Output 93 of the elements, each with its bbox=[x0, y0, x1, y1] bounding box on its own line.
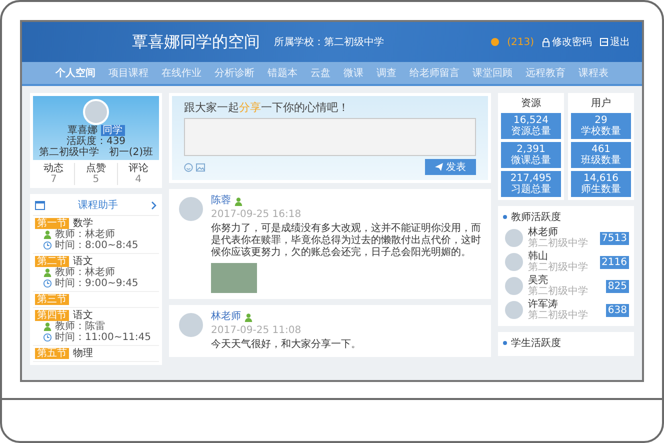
stat-value: 5 bbox=[92, 174, 100, 185]
period-badge: 第三节 bbox=[35, 294, 69, 305]
time-label: 时间：9:00~9:45 bbox=[55, 278, 138, 289]
period-badge: 第一节 bbox=[35, 218, 69, 229]
coin-icon bbox=[491, 38, 500, 46]
activity-score: 825 bbox=[606, 280, 629, 292]
subject-name: 语文 bbox=[73, 256, 93, 267]
bullet-icon bbox=[503, 341, 507, 345]
stat-value: 7 bbox=[50, 174, 57, 185]
stat-label: 点赞 bbox=[86, 163, 106, 174]
bullet-icon bbox=[503, 215, 507, 219]
activity-score: 活跃度：439 bbox=[66, 136, 126, 147]
nav-tab[interactable]: 分析诊断 bbox=[214, 66, 254, 80]
stat-tile: 14,616 师生数量 bbox=[571, 171, 631, 197]
activity-score: 638 bbox=[606, 304, 629, 316]
user-name: 覃喜娜 bbox=[68, 125, 98, 136]
user-icon bbox=[234, 196, 243, 206]
logout-link[interactable]: 退出 bbox=[600, 35, 630, 49]
emoji-icon[interactable] bbox=[184, 162, 193, 172]
post-text: 今天天气很好，和大家分享一下。 bbox=[211, 339, 361, 351]
nav-tab[interactable]: 课堂回顾 bbox=[472, 66, 512, 80]
teacher-name: 韩山 bbox=[528, 251, 548, 262]
post-text: 你努力了，可是成绩没有多大改观，这并不能证明你没用，而是代表你在赎罪，毕竟你总得为过去的懒散付出点代价，这时候你应该更努力，欠的账总会还完，日子总会阳光明媚的。 bbox=[211, 223, 482, 259]
nav-tab[interactable]: 微课 bbox=[344, 66, 364, 80]
time-label: 时间：11:00~11:45 bbox=[55, 332, 152, 343]
stat-tile: 461 班级数量 bbox=[571, 142, 631, 168]
subject-name: 物理 bbox=[73, 348, 93, 359]
author-name[interactable]: 林老师 bbox=[211, 311, 241, 323]
stat-tile: 2,391 微课总量 bbox=[501, 142, 561, 168]
space-title: 覃喜娜同学的空间 bbox=[132, 32, 260, 52]
role-badge: 同学 bbox=[100, 125, 124, 136]
nav-tab[interactable]: 课程表 bbox=[578, 66, 608, 80]
course-helper-title: 课程助手 bbox=[78, 198, 118, 212]
teacher-icon bbox=[43, 322, 52, 331]
teacher-name: 林老师 bbox=[528, 227, 558, 238]
change-password-link[interactable]: 修改密码 bbox=[542, 35, 592, 49]
exit-icon bbox=[600, 38, 608, 46]
teacher-icon bbox=[43, 230, 52, 239]
stat-tile: 29 学校数量 bbox=[571, 113, 631, 139]
teacher-label: 教师：林老师 bbox=[55, 267, 115, 278]
subject-name: 语文 bbox=[73, 310, 93, 321]
avatar bbox=[83, 99, 109, 125]
time-label: 时间：8:00~8:45 bbox=[55, 240, 138, 251]
period-badge: 第五节 bbox=[35, 348, 69, 359]
post-date: 2017-09-25 11:08 bbox=[211, 325, 302, 337]
image-icon[interactable] bbox=[196, 162, 205, 172]
send-icon bbox=[435, 163, 443, 171]
activity-score: 7513 bbox=[600, 232, 629, 244]
subject-name: 数学 bbox=[73, 218, 93, 229]
stats-title: 资源 bbox=[521, 97, 541, 110]
nav-tab[interactable]: 在线作业 bbox=[162, 66, 202, 80]
school-label: 所属学校：第二初级中学 bbox=[274, 36, 384, 49]
nav-tab[interactable]: 错题本 bbox=[268, 66, 298, 80]
activity-score: 2116 bbox=[600, 256, 629, 268]
submit-button[interactable]: 发表 bbox=[425, 159, 476, 175]
stat-label: 动态 bbox=[44, 163, 64, 174]
teacher-name: 吴亮 bbox=[528, 275, 548, 286]
user-icon bbox=[244, 312, 253, 322]
school-name: 第二初级中学 bbox=[528, 262, 588, 273]
school-name: 第二初级中学 bbox=[528, 310, 588, 321]
class-label: 第二初级中学 初一(2)班 bbox=[38, 147, 154, 158]
mood-input-field[interactable] bbox=[184, 118, 476, 156]
mood-prompt: 跟大家一起分享一下你的心情吧！ bbox=[184, 100, 350, 115]
stat-label: 评论 bbox=[128, 163, 148, 174]
teacher-icon bbox=[43, 268, 52, 277]
stat-value: 4 bbox=[135, 174, 142, 185]
school-name: 第二初级中学 bbox=[528, 238, 588, 249]
section-title: 教师活跃度 bbox=[511, 210, 561, 224]
nav-tab[interactable]: 给老师留言 bbox=[410, 66, 460, 80]
nav-tab[interactable]: 云盘 bbox=[310, 66, 330, 80]
nav-tab[interactable]: 远程教育 bbox=[526, 66, 566, 80]
author-name[interactable]: 陈蓉 bbox=[211, 195, 231, 207]
lock-icon bbox=[542, 38, 550, 46]
clock-icon bbox=[43, 241, 52, 250]
teacher-name: 许军涛 bbox=[528, 299, 558, 310]
stat-tile: 217,495 习题总量 bbox=[501, 171, 561, 197]
coin-count: (213) bbox=[507, 36, 534, 48]
post-date: 2017-09-25 16:18 bbox=[211, 209, 302, 221]
stat-tile: 16,524 资源总量 bbox=[501, 113, 561, 139]
section-title: 学生活跃度 bbox=[511, 336, 561, 350]
stats-title: 用户 bbox=[591, 96, 611, 110]
nav-tab[interactable]: 调查 bbox=[376, 66, 396, 80]
nav-tab[interactable]: 项目课程 bbox=[108, 66, 148, 80]
teacher-label: 教师：陈雷 bbox=[55, 321, 105, 332]
calendar-icon bbox=[35, 200, 45, 210]
nav-tab[interactable]: 个人空间 bbox=[56, 66, 96, 80]
teacher-label: 教师：林老师 bbox=[55, 229, 115, 240]
clock-icon bbox=[43, 333, 52, 342]
clock-icon bbox=[43, 279, 52, 288]
chevron-right-icon[interactable] bbox=[151, 200, 157, 210]
school-name: 第二初级中学 bbox=[528, 286, 588, 297]
period-badge: 第二节 bbox=[35, 256, 69, 267]
period-badge: 第四节 bbox=[35, 310, 69, 321]
